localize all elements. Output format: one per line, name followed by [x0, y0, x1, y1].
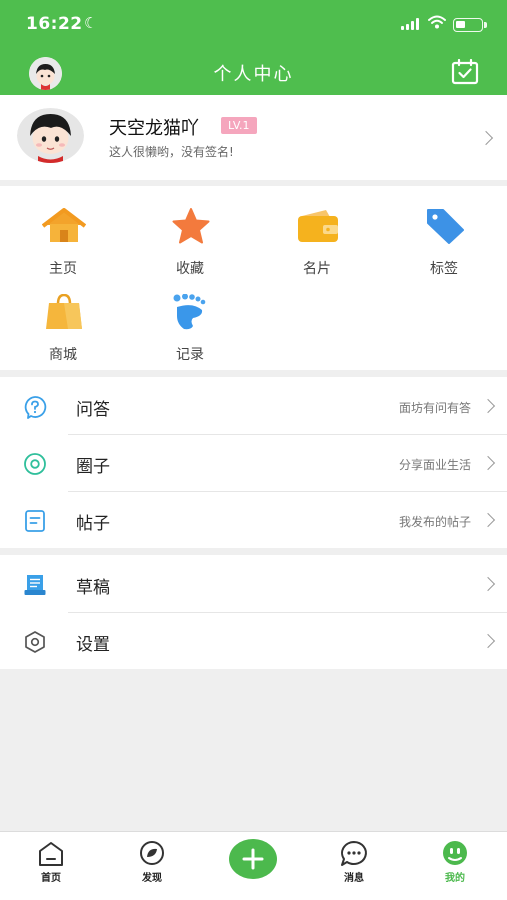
- grid-item-card[interactable]: 名片: [254, 192, 380, 277]
- nav-bar: 个人中心: [0, 48, 507, 95]
- grid-label: 名片: [303, 261, 331, 277]
- battery-icon: [453, 18, 487, 32]
- app-header: 16:22 ☾ 个人中心: [0, 0, 507, 95]
- menu-title: 圈子: [76, 457, 110, 477]
- menu-subtitle: 我发布的帖子: [398, 515, 471, 529]
- level-badge: LV.1: [221, 117, 257, 134]
- menu-title: 草稿: [76, 578, 110, 598]
- menu-item-settings[interactable]: 设置: [0, 612, 507, 669]
- menu-title: 设置: [76, 635, 110, 655]
- wifi-icon: [428, 15, 446, 29]
- chevron-right-icon: [480, 398, 496, 414]
- menu-item-circle[interactable]: 圈子 分享面业生活: [0, 434, 507, 491]
- calendar-check-icon[interactable]: [451, 59, 479, 85]
- grid-label: 记录: [176, 347, 204, 363]
- menu-title: 帖子: [76, 514, 110, 534]
- user-signature: 这人很懒哟，没有签名!: [109, 145, 234, 159]
- chevron-right-icon: [480, 633, 496, 649]
- feature-grid: 主页 收藏 名片 标签 商城 记录: [0, 186, 507, 370]
- grid-item-records[interactable]: 记录: [127, 278, 253, 363]
- shopping-bag-icon: [46, 294, 82, 329]
- tab-messages[interactable]: 消息: [324, 840, 384, 890]
- page-title: 个人中心: [213, 64, 294, 85]
- menu-title: 问答: [76, 400, 110, 420]
- menu-item-qa[interactable]: 问答 面坊有问有答: [0, 377, 507, 434]
- menu-subtitle: 面坊有问有答: [398, 401, 471, 415]
- note-icon: [25, 510, 45, 532]
- menu-item-drafts[interactable]: 草稿: [0, 555, 507, 612]
- tab-label: 首页: [41, 873, 61, 884]
- settings-hexagon-icon: [25, 631, 45, 653]
- wallet-card-icon: [298, 210, 338, 242]
- tab-label: 发现: [142, 873, 162, 884]
- profile-card[interactable]: 天空龙猫吖 LV.1 这人很懒哟，没有签名!: [0, 95, 507, 180]
- moon-icon: ☾: [84, 14, 98, 32]
- user-name: 天空龙猫吖: [109, 118, 199, 139]
- grid-label: 标签: [430, 261, 458, 277]
- tab-mine[interactable]: 我的: [425, 840, 485, 890]
- chevron-right-icon: [480, 455, 496, 471]
- tab-home[interactable]: 首页: [21, 840, 81, 890]
- menu-item-posts[interactable]: 帖子 我发布的帖子: [0, 491, 507, 548]
- bottom-tab-bar: 首页 发现 消息 我的: [0, 831, 507, 900]
- compass-icon: [140, 841, 164, 865]
- tag-icon: [427, 209, 464, 244]
- chevron-right-icon: [478, 130, 494, 146]
- menu-group-content: 问答 面坊有问有答 圈子 分享面业生活 帖子 我发布的帖子: [0, 377, 507, 548]
- tab-label: 消息: [344, 873, 364, 884]
- plus-icon: [242, 848, 264, 870]
- add-post-button[interactable]: [229, 839, 277, 879]
- star-icon: [172, 208, 210, 244]
- footprint-icon: [173, 294, 206, 330]
- grid-item-favorites[interactable]: 收藏: [127, 192, 253, 277]
- menu-subtitle: 分享面业生活: [398, 458, 471, 472]
- grid-item-home[interactable]: 主页: [0, 192, 126, 277]
- chevron-right-icon: [480, 512, 496, 528]
- grid-item-shop[interactable]: 商城: [0, 278, 126, 363]
- home-icon: [42, 208, 86, 242]
- home-outline-icon: [39, 842, 63, 866]
- avatar[interactable]: [17, 108, 84, 163]
- grid-item-tags[interactable]: 标签: [381, 192, 507, 277]
- chevron-right-icon: [480, 576, 496, 592]
- tab-discover[interactable]: 发现: [122, 840, 182, 890]
- question-icon: [24, 396, 47, 419]
- grid-label: 商城: [49, 347, 77, 363]
- chat-bubble-icon: [341, 841, 367, 866]
- tab-label: 我的: [445, 873, 465, 884]
- status-time: 16:22: [26, 14, 83, 34]
- cellular-signal-icon: [401, 18, 419, 30]
- menu-group-system: 草稿 设置: [0, 555, 507, 669]
- grid-label: 收藏: [176, 261, 204, 277]
- status-bar: 16:22 ☾: [0, 0, 507, 48]
- grid-label: 主页: [49, 261, 77, 277]
- draft-icon: [24, 575, 46, 595]
- profile-face-icon: [443, 841, 467, 865]
- eye-circle-icon: [24, 453, 46, 475]
